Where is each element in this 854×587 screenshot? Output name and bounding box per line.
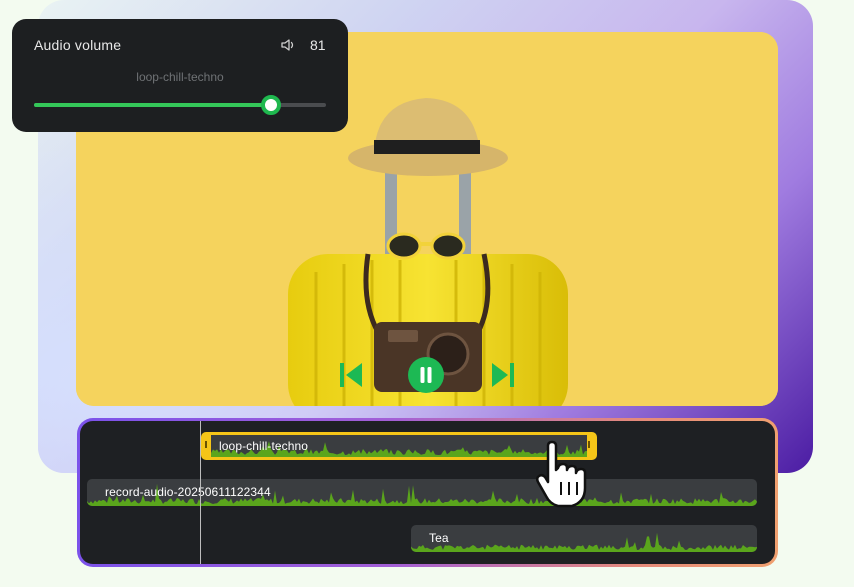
speaker-icon[interactable] xyxy=(280,37,296,53)
volume-value: 81 xyxy=(310,37,326,53)
pause-button[interactable] xyxy=(408,357,444,393)
audio-clip[interactable]: record-audio-20250611122344 xyxy=(87,479,757,506)
audio-timeline: loop-chill-techno record-audio-202506111… xyxy=(77,418,778,567)
hand-pointer-icon xyxy=(535,440,587,508)
volume-slider-fill xyxy=(34,103,271,107)
clip-waveform xyxy=(411,532,757,552)
volume-track-name: loop-chill-techno xyxy=(136,70,224,84)
waveform-path xyxy=(411,532,757,552)
volume-slider-knob[interactable] xyxy=(260,95,281,115)
volume-slider[interactable] xyxy=(34,95,326,115)
audio-volume-title: Audio volume xyxy=(34,37,122,53)
skip-back-icon[interactable] xyxy=(338,358,364,392)
skip-forward-icon[interactable] xyxy=(490,358,516,392)
clip-label: loop-chill-techno xyxy=(219,439,309,453)
timeline-track-area: loop-chill-techno record-audio-202506111… xyxy=(80,421,775,564)
clip-trim-handle-left[interactable] xyxy=(205,441,207,448)
audio-clip[interactable]: Tea xyxy=(411,525,757,552)
clip-label: Tea xyxy=(429,531,449,545)
clip-label: record-audio-20250611122344 xyxy=(105,485,271,499)
playhead[interactable] xyxy=(200,421,201,564)
audio-volume-panel: Audio volume 81 loop-chill-techno xyxy=(12,19,348,132)
pause-icon xyxy=(420,367,432,383)
